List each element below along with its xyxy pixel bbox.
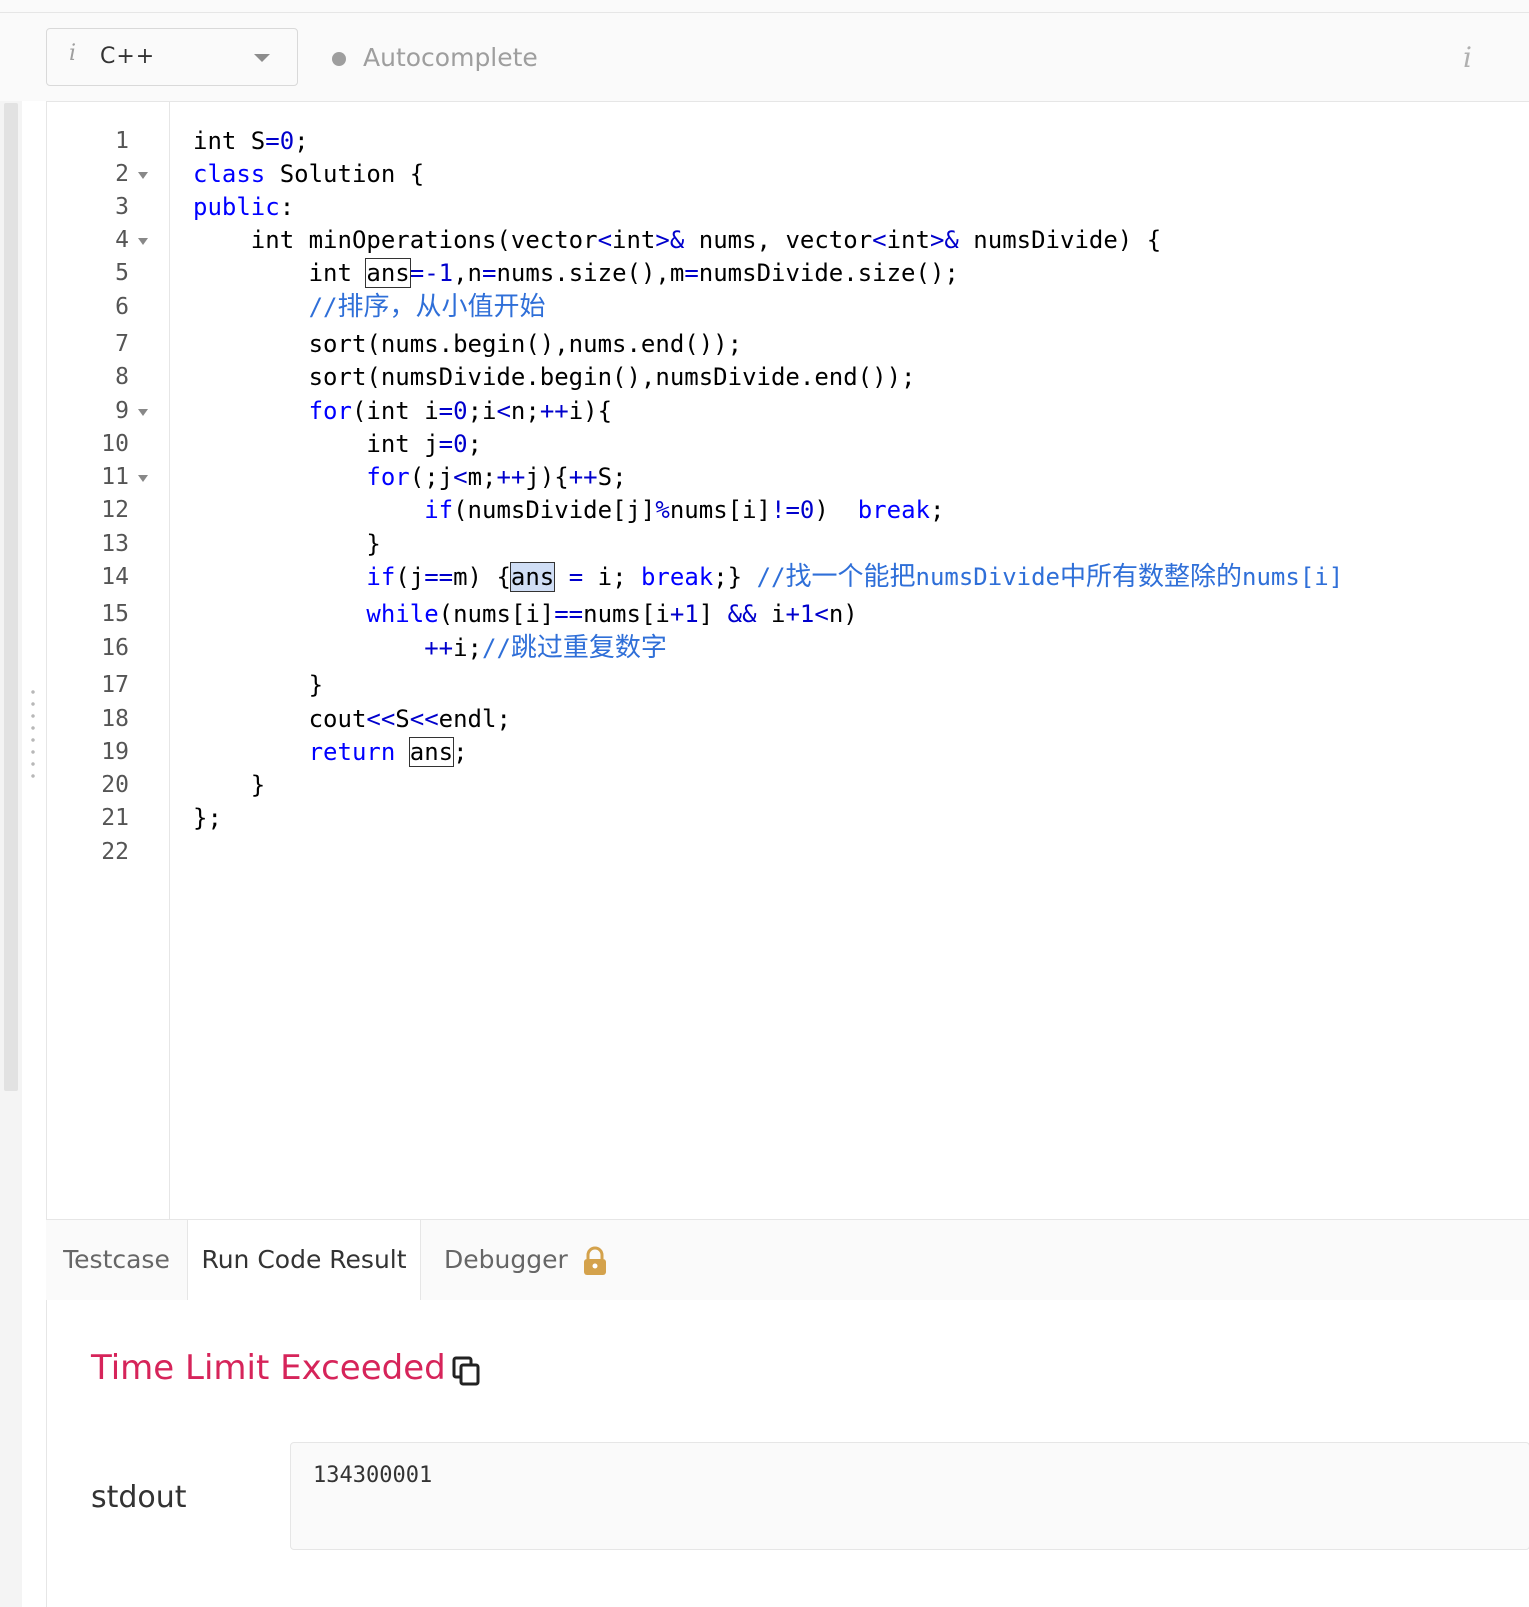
editor-toolbar: i C++ Autocomplete i [0, 13, 1529, 101]
top-border [0, 0, 1529, 13]
code-editor[interactable]: 1 2 3 4 5 6 7 8 9 10 11 12 13 14 15 16 17 18 19 20 21 22 int … [46, 101, 1529, 1220]
vertical-scrollbar[interactable] [4, 103, 18, 1091]
code-line[interactable]: int j=0; [193, 428, 482, 461]
line-number: 8 [115, 364, 129, 390]
info-icon: i [69, 41, 77, 66]
code-line[interactable]: cout<<S<<endl; [193, 703, 511, 736]
fold-arrow-icon[interactable] [138, 475, 148, 482]
code-line[interactable]: } [193, 769, 265, 802]
code-line[interactable]: //排序，从小值开始 [193, 291, 546, 324]
tab-run-code-result[interactable]: Run Code Result [187, 1220, 421, 1301]
line-number: 10 [101, 431, 129, 457]
fold-arrow-icon[interactable] [138, 409, 148, 416]
code-line[interactable]: } [193, 669, 323, 702]
console-tabs: Testcase Run Code Result Debugger [46, 1219, 1529, 1301]
lock-icon [584, 1246, 606, 1275]
line-number: 20 [101, 772, 129, 798]
code-line[interactable]: while(nums[i]==nums[i+1] && i+1<n) [193, 598, 857, 631]
line-number: 4 [115, 227, 129, 253]
stdout-value: 134300001 [313, 1463, 433, 1488]
code-line[interactable]: if(numsDivide[j]%nums[i]!=0) break; [193, 494, 944, 527]
fold-arrow-icon[interactable] [138, 238, 148, 245]
line-number: 7 [115, 331, 129, 357]
line-number: 17 [101, 672, 129, 698]
code-line[interactable]: int ans=-1,n=nums.size(),m=numsDivide.si… [193, 257, 959, 290]
line-number: 21 [101, 805, 129, 831]
code-line[interactable]: public: [193, 191, 294, 224]
line-number: 12 [101, 497, 129, 523]
line-number-gutter: 1 2 3 4 5 6 7 8 9 10 11 12 13 14 15 16 17 18 19 20 21 22 [47, 102, 170, 1220]
code-line[interactable]: class Solution { [193, 158, 424, 191]
code-line[interactable]: if(j==m) {ans = i; break;} //找一个能把numsDi… [193, 561, 1343, 594]
language-select[interactable]: i C++ [46, 28, 298, 86]
code-line[interactable]: ++i;//跳过重复数字 [193, 632, 667, 665]
fold-arrow-icon[interactable] [138, 172, 148, 179]
line-number: 1 [115, 128, 129, 154]
line-number: 19 [101, 739, 129, 765]
language-label: C++ [100, 44, 156, 69]
line-number: 6 [115, 294, 129, 320]
stdout-label: stdout [91, 1480, 187, 1515]
code-line[interactable]: for(;j<m;++j){++S; [193, 461, 626, 494]
resize-handle[interactable] [31, 686, 35, 786]
line-number: 18 [101, 706, 129, 732]
caret-down-icon [254, 54, 270, 62]
line-number: 15 [101, 601, 129, 627]
line-number: 9 [115, 398, 129, 424]
stdout-box: 134300001 [290, 1442, 1529, 1550]
status-title: Time Limit Exceeded [91, 1348, 446, 1388]
run-result-panel: Time Limit Exceeded stdout 134300001 [46, 1300, 1529, 1607]
code-line[interactable]: int minOperations(vector<int>& nums, vec… [193, 224, 1161, 257]
line-number: 14 [101, 564, 129, 590]
tab-testcase[interactable]: Testcase [46, 1220, 187, 1300]
code-line[interactable]: sort(nums.begin(),nums.end()); [193, 328, 742, 361]
line-number: 13 [101, 531, 129, 557]
line-number: 5 [115, 260, 129, 286]
copy-icon[interactable] [451, 1355, 481, 1387]
line-number: 11 [101, 464, 129, 490]
line-number: 3 [115, 194, 129, 220]
code-line[interactable]: }; [193, 802, 222, 835]
tab-debugger[interactable]: Debugger [444, 1220, 644, 1300]
code-line[interactable]: return ans; [193, 736, 468, 769]
code-line[interactable]: } [193, 528, 380, 561]
line-number: 16 [101, 635, 129, 661]
code-line[interactable]: sort(numsDivide.begin(),numsDivide.end()… [193, 361, 916, 394]
line-number: 2 [115, 161, 129, 187]
code-line[interactable]: for(int i=0;i<n;++i){ [193, 395, 613, 428]
autocomplete-toggle[interactable]: Autocomplete [363, 43, 538, 72]
line-number: 22 [101, 839, 129, 865]
settings-info-icon[interactable]: i [1463, 41, 1472, 74]
code-line[interactable]: int S=0; [193, 125, 309, 158]
autocomplete-dot-icon[interactable] [332, 52, 346, 66]
